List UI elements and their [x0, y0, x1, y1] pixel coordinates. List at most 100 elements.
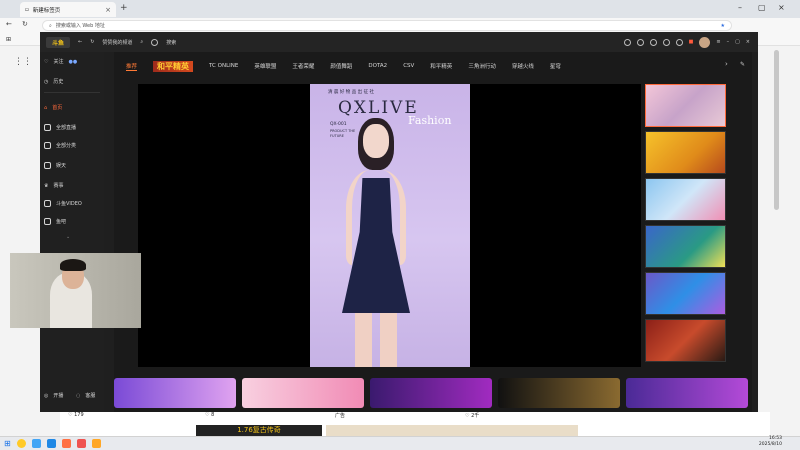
- app-icon-1[interactable]: [16, 439, 26, 448]
- sidebar: ♡ 关注 ●● ◷ 历史 ⌂ 首页 全部直播 全部分类 娱天 ♛ 赛事 斗鱼VIDEO 鱼…: [40, 52, 104, 412]
- clock-icon: ◷: [44, 78, 49, 85]
- divider: [44, 92, 100, 93]
- home-icon: ⌂: [44, 104, 48, 111]
- webcam-overlay: [10, 253, 141, 328]
- thumb-promo-event[interactable]: [645, 131, 726, 174]
- sidebar-item-home[interactable]: ⌂ 首页: [44, 104, 62, 112]
- search-circle-icon[interactable]: [151, 38, 159, 46]
- edit-icon[interactable]: ✎: [740, 61, 745, 68]
- address-input[interactable]: ⌕ 搜索或输入 Web 地址 ★: [42, 20, 732, 31]
- tab-tc-online[interactable]: TC ONLINE: [209, 63, 238, 69]
- search-icon[interactable]: ⌕: [140, 39, 143, 45]
- app-logo[interactable]: 斗鱼: [46, 36, 70, 48]
- badge-icon: ●●: [68, 58, 78, 65]
- trophy-icon: ♛: [44, 182, 49, 189]
- refresh-icon[interactable]: ↻: [22, 20, 28, 28]
- service-icon: ◌: [76, 392, 81, 399]
- sidebar-item-service[interactable]: ◌ 客服: [76, 392, 95, 400]
- sidebar-item-follow[interactable]: ♡ 关注 ●●: [44, 58, 78, 66]
- forum-icon: [44, 218, 51, 225]
- tab-delta[interactable]: 三角洲行动: [468, 62, 496, 70]
- thumb-dnf-card[interactable]: [645, 178, 726, 221]
- tab-recommend[interactable]: 推荐: [126, 62, 138, 71]
- sidebar-item-video[interactable]: 斗鱼VIDEO: [44, 200, 82, 207]
- thumb-girl-group[interactable]: [645, 84, 726, 127]
- thumb-tournament[interactable]: [645, 272, 726, 315]
- category-tabs: 推荐 和平精英 TC ONLINE 英雄联盟 王者荣耀 颜值舞蹈 DOTA2 C…: [114, 58, 750, 74]
- tab-dota2[interactable]: DOTA2: [368, 63, 387, 69]
- tab-pubg-brand[interactable]: 和平精英: [153, 60, 194, 72]
- screen: ▫ 新建标签页 × + – ▢ × ← ↻ ⌕ 搜索或输入 Web 地址 ★ ⊞…: [0, 0, 800, 450]
- banner-2[interactable]: [242, 378, 364, 408]
- tab-title: 新建标签页: [32, 7, 61, 14]
- app-titlebar: 斗鱼 ← ↻ 赞赞我的频道 ⌕ 搜索 ■ ≡ – ▢ ×: [40, 32, 758, 52]
- like-count-3: ♡ 2千: [465, 413, 480, 419]
- banner-3[interactable]: [370, 378, 492, 408]
- chevron-right-icon[interactable]: ›: [725, 60, 728, 68]
- refresh-icon[interactable]: ↻: [90, 39, 94, 45]
- live-icon: [44, 124, 51, 131]
- system-clock[interactable]: 16:53 2025/8/10: [759, 436, 782, 448]
- tab-pubg[interactable]: 和平精英: [430, 62, 452, 70]
- sidebar-item-entertainment[interactable]: 娱天: [44, 162, 66, 169]
- thumb-nbpl[interactable]: [645, 319, 726, 362]
- favorite-star-icon[interactable]: ★: [721, 23, 725, 29]
- gift-icon[interactable]: ■: [689, 39, 694, 45]
- tab-lol[interactable]: 英雄联盟: [254, 62, 276, 70]
- sidebar-item-history[interactable]: ◷ 历史: [44, 78, 63, 86]
- page-scrollbar[interactable]: [774, 50, 779, 210]
- minimize-icon[interactable]: –: [738, 3, 742, 12]
- banner-strip: [114, 378, 752, 408]
- minimize-icon[interactable]: –: [727, 39, 730, 45]
- banner-5[interactable]: [626, 378, 748, 408]
- tab-star[interactable]: 星穹: [550, 62, 561, 70]
- back-icon[interactable]: ←: [6, 20, 12, 28]
- history-icon[interactable]: [623, 38, 631, 46]
- tab-dance[interactable]: 颜值舞蹈: [330, 62, 352, 70]
- menu-icon[interactable]: ≡: [716, 39, 720, 45]
- presenter-face: [363, 124, 389, 158]
- tab-close-icon[interactable]: ×: [105, 6, 111, 14]
- app-icon-3[interactable]: [61, 439, 71, 448]
- browser-tab[interactable]: ▫ 新建标签页 ×: [20, 2, 116, 17]
- start-icon[interactable]: ⊞: [4, 439, 11, 448]
- address-placeholder: 搜索或输入 Web 地址: [55, 23, 105, 29]
- app-icon-2[interactable]: [31, 439, 41, 448]
- thumb-variety[interactable]: [645, 225, 726, 268]
- sidebar-item-all-live[interactable]: 全部直播: [44, 124, 76, 131]
- sidebar-item-forum[interactable]: 鱼吧: [44, 218, 66, 225]
- stream-sub1: PRODUCT THE: [330, 129, 356, 133]
- back-icon[interactable]: ←: [78, 39, 82, 45]
- close-icon[interactable]: ×: [746, 39, 750, 45]
- stream-code: QX-001: [330, 122, 347, 127]
- tab-honor[interactable]: 王者荣耀: [292, 62, 314, 70]
- browser-icon[interactable]: [46, 439, 56, 448]
- maximize-icon[interactable]: ▢: [758, 3, 766, 12]
- search-label[interactable]: 搜索: [166, 39, 176, 46]
- sidebar-item-events[interactable]: ♛ 赛事: [44, 182, 64, 190]
- like-count-2: ♡ 8: [205, 412, 215, 418]
- channel-link[interactable]: 赞赞我的频道: [102, 39, 132, 46]
- smile-icon: [44, 162, 51, 169]
- maximize-icon[interactable]: ▢: [735, 39, 740, 45]
- avatar[interactable]: [699, 36, 711, 48]
- heart-icon: ♡: [44, 58, 49, 65]
- banner-4[interactable]: [498, 378, 620, 408]
- expand-chevron-icon[interactable]: ⌄: [66, 234, 70, 240]
- new-tab-icon[interactable]: +: [120, 3, 128, 13]
- launcher-icon[interactable]: ⋮⋮: [14, 57, 32, 67]
- message-icon[interactable]: [649, 38, 657, 46]
- settings-icon[interactable]: [675, 38, 683, 46]
- banner-1[interactable]: [114, 378, 236, 408]
- sidebar-item-categories[interactable]: 全部分类: [44, 142, 76, 149]
- live-start-icon: ◎: [44, 392, 49, 399]
- app-icon-5[interactable]: [91, 439, 101, 448]
- apps-grid-icon[interactable]: ⊞: [6, 36, 11, 43]
- download-icon[interactable]: [636, 38, 644, 46]
- tab-csv[interactable]: CSV: [403, 63, 414, 69]
- tab-cf[interactable]: 穿越火线: [512, 62, 534, 70]
- app-icon-4[interactable]: [76, 439, 86, 448]
- close-window-icon[interactable]: ×: [778, 3, 785, 12]
- sidebar-item-go-live[interactable]: ◎ 开播: [44, 392, 63, 400]
- task-icon[interactable]: [662, 38, 670, 46]
